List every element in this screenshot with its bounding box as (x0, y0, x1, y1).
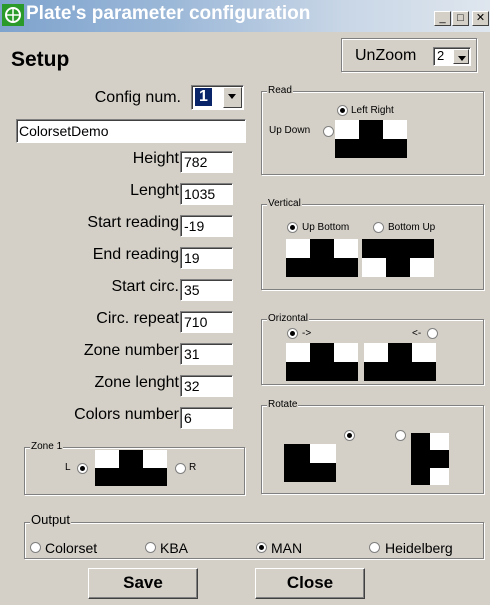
vertical-up-bottom-radio[interactable] (287, 222, 298, 233)
orizontal-pattern-a (286, 343, 358, 381)
zone-pattern (95, 450, 167, 486)
rotate-pattern-b (411, 433, 449, 485)
minimize-button[interactable]: _ (434, 11, 451, 26)
output-kba-label: KBA (160, 540, 189, 556)
circ-repeat-input[interactable]: 710 (180, 311, 233, 333)
chevron-down-icon[interactable] (223, 87, 242, 108)
start-circ-label: Start circ. (111, 278, 179, 295)
config-name-input[interactable]: ColorsetDemo (16, 119, 246, 143)
vertical-pattern-b (362, 239, 434, 277)
start-reading-input[interactable]: -19 (180, 215, 233, 237)
config-num-label: Config num. (94, 89, 181, 106)
unzoom-select[interactable]: 2 (433, 47, 471, 66)
zone-length-label: Zone lenght (94, 374, 179, 391)
config-num-select[interactable]: 1 (191, 85, 244, 110)
output-colorset-label: Colorset (45, 540, 98, 556)
end-reading-label: End reading (92, 246, 179, 263)
orizontal-group-title: Orizontal (267, 313, 310, 325)
rotate-pattern-a (284, 444, 336, 482)
output-man-label: MAN (271, 540, 303, 556)
zone-right-label: R (189, 462, 197, 473)
close-window-button[interactable]: ✕ (472, 11, 489, 26)
vertical-bottom-up-radio[interactable] (373, 222, 384, 233)
window-title: Plate's parameter configuration (26, 3, 311, 24)
save-button[interactable]: Save (88, 568, 198, 599)
title-bar[interactable]: Plate's parameter configuration _ □ ✕ (0, 0, 490, 32)
vertical-pattern-a (286, 239, 358, 277)
start-reading-label: Start reading (87, 214, 179, 231)
maximize-button[interactable]: □ (452, 11, 469, 26)
output-man-radio[interactable] (256, 542, 267, 553)
start-circ-input[interactable]: 35 (180, 279, 233, 301)
zone-left-label: L (65, 462, 71, 473)
unzoom-label: UnZoom (355, 47, 417, 64)
config-window: Plate's parameter configuration _ □ ✕ Se… (0, 0, 490, 605)
height-input[interactable]: 782 (180, 151, 233, 173)
vertical-group-title: Vertical (267, 198, 302, 210)
zone-right-radio[interactable] (175, 463, 186, 474)
rotate-second-radio[interactable] (395, 430, 406, 441)
chevron-down-icon[interactable] (453, 49, 469, 64)
zone-group-title: Zone 1 (30, 441, 64, 453)
read-pattern (335, 120, 407, 158)
read-group: Read Left Right Up Down (261, 85, 484, 175)
end-reading-input[interactable]: 19 (180, 247, 233, 269)
app-icon (2, 4, 24, 26)
length-input[interactable]: 1035 (180, 183, 233, 205)
orizontal-backward-label: <- (412, 328, 422, 339)
config-num-value: 1 (195, 88, 212, 106)
unzoom-value: 2 (437, 48, 445, 63)
output-heidelberg-label: Heidelberg (385, 540, 453, 556)
colors-number-label: Colors number (74, 406, 179, 423)
orizontal-forward-label: -> (302, 328, 312, 339)
circ-repeat-label: Circ. repeat (96, 310, 179, 327)
unzoom-group: UnZoom 2 (341, 38, 477, 72)
page-title: Setup (11, 48, 70, 71)
rotate-first-radio[interactable] (344, 430, 355, 441)
read-left-right-radio[interactable] (337, 105, 348, 116)
orizontal-forward-radio[interactable] (287, 328, 298, 339)
read-left-right-label: Left Right (351, 105, 394, 116)
vertical-up-bottom-label: Up Bottom (302, 222, 350, 233)
rotate-group-title: Rotate (267, 399, 299, 411)
read-up-down-radio[interactable] (323, 126, 334, 137)
zone-group: Zone 1 L R (24, 441, 245, 495)
zone-number-input[interactable]: 31 (180, 343, 233, 365)
output-colorset-radio[interactable] (30, 542, 41, 553)
zone-left-radio[interactable] (77, 463, 88, 474)
height-label: Height (132, 150, 179, 167)
vertical-bottom-up-label: Bottom Up (388, 222, 436, 233)
output-group-title: Output (30, 512, 72, 527)
read-group-title: Read (267, 85, 293, 97)
zone-length-input[interactable]: 32 (180, 375, 233, 397)
zone-number-label: Zone number (83, 342, 179, 359)
orizontal-group: Orizontal -> <- (261, 313, 484, 385)
orizontal-pattern-b (364, 343, 436, 381)
rotate-group: Rotate (261, 399, 484, 494)
length-label: Lenght (130, 182, 179, 199)
output-kba-radio[interactable] (145, 542, 156, 553)
close-button[interactable]: Close (255, 568, 365, 599)
read-up-down-label: Up Down (269, 125, 311, 136)
vertical-group: Vertical Up Bottom Bottom Up (261, 198, 484, 290)
output-heidelberg-radio[interactable] (369, 542, 380, 553)
orizontal-backward-radio[interactable] (427, 328, 438, 339)
colors-number-input[interactable]: 6 (180, 407, 233, 429)
